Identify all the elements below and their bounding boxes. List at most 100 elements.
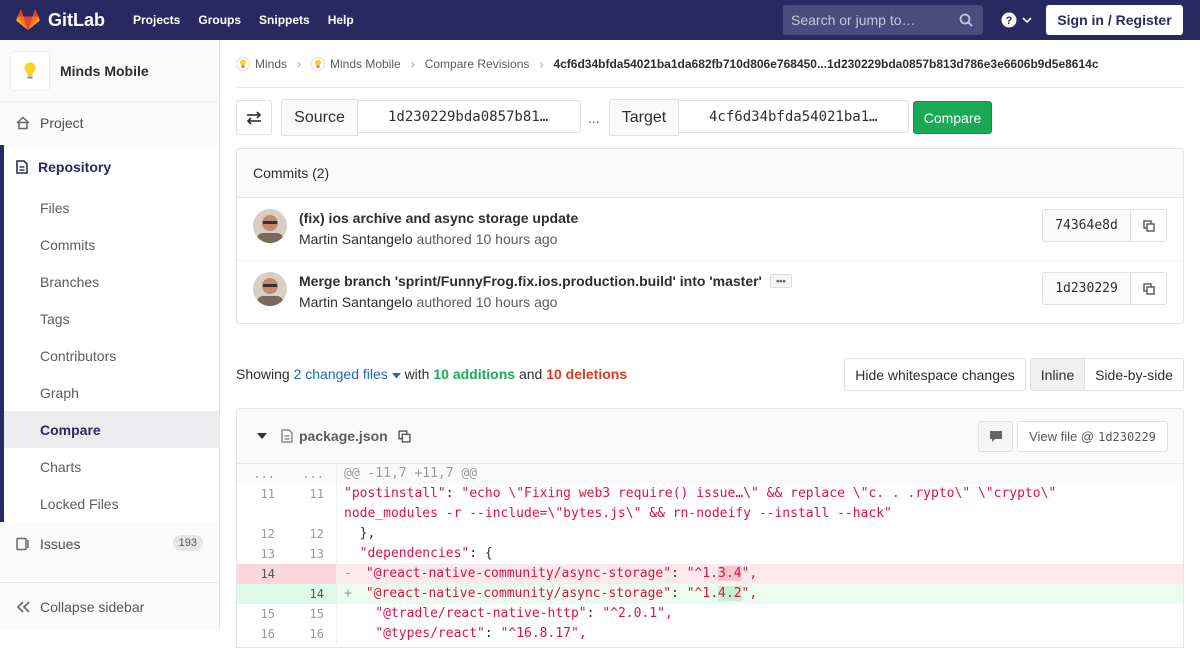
gitlab-logo[interactable]: GitLab [16,0,105,40]
breadcrumb-current[interactable]: 4cf6d34bfda54021ba1da682fb710d806e768450… [553,57,1098,71]
search-placeholder: Search or jump to… [791,12,916,28]
document-icon [16,160,28,174]
file-icon [281,429,293,443]
commit-sha-group: 74364e8d [1042,209,1167,242]
search-input[interactable]: Search or jump to… [783,5,983,35]
sidebar-subitem-branches[interactable]: Branches [4,263,219,300]
hide-whitespace-button[interactable]: Hide whitespace changes [844,358,1026,391]
commit-title-row: Merge branch 'sprint/FunnyFrog.fix.ios.p… [299,273,792,289]
file-diff: package.json View file @1d230229 ...... @… [236,408,1184,648]
sidebar-repository-section: Repository Files Commits Branches Tags C… [0,145,219,522]
sidebar: Minds Mobile Project Repository Files Co… [0,40,220,630]
signin-register-button[interactable]: Sign in / Register [1046,5,1183,35]
diff-line: 11 11 "postinstall": "echo \"Fixing web3 … [237,484,1183,524]
sidebar-item-label: Project [40,114,84,131]
collapse-label: Collapse sidebar [40,598,145,615]
nav-snippets[interactable]: Snippets [259,13,310,27]
help-dropdown[interactable]: ? [1001,12,1032,28]
copy-sha-button[interactable] [1131,272,1167,305]
breadcrumb: Minds › Minds Mobile › Compare Revisions… [236,54,1099,74]
commit-title-link[interactable]: (fix) ios archive and async storage upda… [299,210,578,226]
sidebar-item-label: Repository [38,159,112,175]
commit-row: (fix) ios archive and async storage upda… [237,198,1183,261]
diff-line: 16 16 "@types/react": "^16.8.17", [237,624,1183,644]
diff-content: ...... @@ -11,7 +11,7 @@ 11 11 "postinstal… [237,464,1183,644]
source-label: Source [281,99,358,136]
nav-help[interactable]: Help [328,13,354,27]
home-icon [16,115,30,129]
project-header[interactable]: Minds Mobile [0,40,219,102]
collapse-caret-icon[interactable] [257,432,267,440]
and-text: and [518,366,543,382]
project-avatar [10,50,50,91]
search-icon [959,13,973,27]
avatar[interactable] [253,272,287,306]
diff-line: 15 15 "@tradle/react-native-http": "^2.0.… [237,604,1183,624]
collapse-sidebar-button[interactable]: Collapse sidebar [0,582,219,630]
caret-down-icon [391,373,401,379]
compare-button[interactable]: Compare [913,101,992,134]
project-avatar-icon [311,57,326,71]
copy-icon [1142,282,1155,295]
diff-line-added: 14 + "@react-native-community/async-stora… [237,584,1183,604]
view-file-sha: 1d230229 [1098,429,1156,444]
sidebar-item-repository[interactable]: Repository [4,145,219,189]
copy-icon[interactable] [398,429,411,443]
deletions-count: 10 deletions [546,366,628,382]
target-label: Target [609,99,679,136]
sidebar-subitem-contributors[interactable]: Contributors [4,337,219,374]
inline-view-button[interactable]: Inline [1030,358,1085,391]
range-dots: ... [588,110,600,126]
sidebar-item-project[interactable]: Project [0,104,219,141]
brand-name: GitLab [48,9,105,30]
breadcrumb-minds[interactable]: Minds [255,57,287,71]
sidebar-subitem-compare[interactable]: Compare [4,411,219,448]
view-file-label: View file @ [1029,429,1095,444]
showing-text: Showing [236,366,290,382]
sidebar-subitem-charts[interactable]: Charts [4,448,219,485]
sidebar-subitem-files[interactable]: Files [4,189,219,226]
commit-sha-button[interactable]: 74364e8d [1042,209,1131,242]
commit-action: authored [416,294,472,310]
diff-line: 12 12 }, [237,524,1183,544]
sidebar-subitem-graph[interactable]: Graph [4,374,219,411]
sidebar-subitem-locked-files[interactable]: Locked Files [4,485,219,522]
copy-icon [1142,219,1155,232]
changed-files-dropdown[interactable]: 2 changed files [294,366,401,382]
view-file-button[interactable]: View file @1d230229 [1017,421,1168,452]
svg-text:?: ? [1006,15,1013,27]
hunk-header: @@ -11,7 +11,7 @@ [344,466,478,481]
commit-title-link[interactable]: Merge branch 'sprint/FunnyFrog.fix.ios.p… [299,273,762,289]
question-circle-icon: ? [1001,12,1017,28]
nav-projects[interactable]: Projects [133,13,180,27]
commits-header: Commits (2) [237,149,1183,198]
sidebar-subitem-commits[interactable]: Commits [4,226,219,263]
avatar[interactable] [253,209,287,243]
breadcrumb-compare-revisions[interactable]: Compare Revisions [425,57,530,71]
breadcrumb-minds-mobile[interactable]: Minds Mobile [330,57,401,71]
swap-revisions-button[interactable] [236,100,272,135]
chevron-down-icon [1022,17,1032,24]
project-name: Minds Mobile [60,62,149,79]
commit-author-link[interactable]: Martin Santangelo [299,294,413,310]
issues-icon [16,537,29,551]
toggle-comments-button[interactable] [978,421,1013,452]
sidebar-subitem-tags[interactable]: Tags [4,300,219,337]
sidebar-item-issues[interactable]: Issues 193 [0,522,219,566]
double-chevron-left-icon [16,600,30,613]
side-by-side-button[interactable]: Side-by-side [1084,358,1184,391]
file-name-link[interactable]: package.json [299,428,388,444]
expand-description-button[interactable]: ••• [769,274,792,288]
source-ref-dropdown[interactable]: 1d230229bda0857b81… [357,100,581,133]
comment-icon [989,431,1002,442]
commit-sha-group: 1d230229 [1042,272,1167,305]
nav-groups[interactable]: Groups [198,13,241,27]
commit-action: authored [416,231,472,247]
breadcrumb-separator-icon: › [297,57,302,71]
commit-author-link[interactable]: Martin Santangelo [299,231,413,247]
commit-sha-button[interactable]: 1d230229 [1042,272,1131,305]
gitlab-tanuki-icon [16,9,40,30]
additions-count: 10 additions [433,366,516,382]
copy-sha-button[interactable] [1131,209,1167,242]
target-ref-dropdown[interactable]: 4cf6d34bfda54021ba1… [678,100,909,133]
